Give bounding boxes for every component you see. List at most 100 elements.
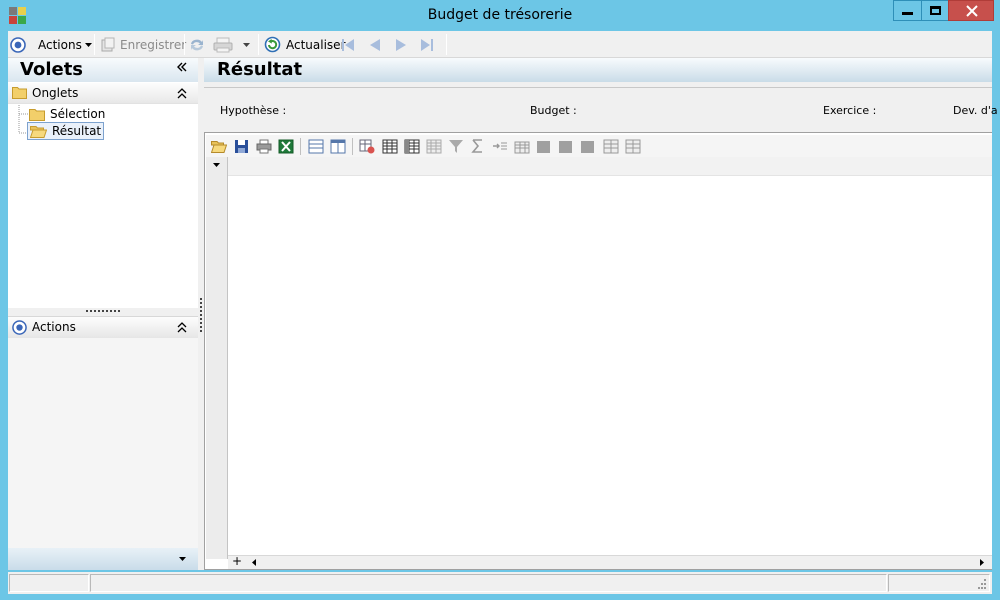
split-columns-icon[interactable] — [625, 139, 641, 154]
sum-icon[interactable] — [470, 139, 486, 154]
actions-menu-button[interactable]: Actions — [38, 34, 93, 55]
block-disabled-icon[interactable] — [537, 141, 550, 153]
target-icon — [12, 320, 27, 335]
block-disabled-icon[interactable] — [581, 141, 594, 153]
grid-disabled-icon[interactable] — [426, 139, 442, 154]
tree-item-selection[interactable]: Sélection — [29, 105, 105, 123]
close-icon — [966, 5, 978, 17]
first-record-button[interactable] — [341, 34, 359, 55]
actions-menu-label: Actions — [38, 37, 82, 52]
tabs-section-header[interactable]: Onglets — [8, 83, 198, 104]
tree-item-label: Sélection — [50, 107, 106, 121]
hypothesis-label: Hypothèse : — [220, 104, 287, 117]
chevron-down-icon — [179, 557, 186, 561]
collapse-panes-button[interactable] — [176, 61, 188, 77]
status-bar — [8, 572, 992, 594]
actions-section-body — [8, 338, 198, 548]
double-chevron-up-icon — [177, 322, 187, 333]
maximize-icon — [930, 6, 941, 15]
sync-button[interactable] — [189, 34, 207, 55]
open-folder-icon[interactable] — [211, 139, 227, 154]
status-pane — [9, 574, 89, 592]
page-title: Résultat — [217, 59, 303, 80]
panes-overflow-bar[interactable] — [8, 548, 198, 570]
grip-dots — [86, 310, 120, 312]
actions-section-label: Actions — [32, 320, 76, 334]
grid-icon[interactable] — [382, 139, 398, 154]
block-disabled-icon[interactable] — [559, 141, 572, 153]
pivot-grid: + — [204, 132, 992, 570]
save-icon[interactable] — [234, 139, 250, 154]
last-record-button[interactable] — [420, 34, 438, 55]
divider — [204, 87, 992, 88]
result-panel: Résultat Hypothèse : Budget : Exercice :… — [204, 58, 998, 570]
add-row-button[interactable]: + — [232, 554, 242, 568]
title-bar: Budget de trésorerie — [0, 0, 1000, 31]
status-pane — [888, 574, 990, 592]
chevron-down-icon[interactable] — [212, 162, 221, 168]
horizontal-scrollbar[interactable]: + — [228, 554, 992, 569]
currency-label: Dev. d'a — [953, 104, 998, 117]
rows-layout-icon[interactable] — [308, 139, 324, 154]
columns-layout-icon[interactable] — [330, 139, 346, 154]
filter-icon[interactable] — [448, 139, 464, 154]
excel-icon[interactable] — [278, 139, 294, 154]
double-chevron-up-icon — [177, 88, 187, 99]
scroll-left-icon[interactable] — [250, 558, 258, 567]
save-button[interactable]: Enregistrer — [100, 34, 186, 55]
previous-icon — [370, 38, 380, 51]
split-columns-icon[interactable] — [603, 139, 619, 154]
indent-icon[interactable] — [492, 139, 508, 154]
scroll-right-icon[interactable] — [978, 558, 986, 567]
first-icon — [342, 38, 354, 51]
next-record-button[interactable] — [394, 34, 412, 55]
double-chevron-left-icon — [177, 62, 187, 72]
close-button[interactable] — [948, 0, 994, 21]
panes-sidebar: Volets Onglets Sélection Résultat Action… — [8, 58, 198, 570]
printer-icon — [213, 37, 233, 52]
refresh-label: Actualiser — [286, 37, 346, 52]
grip-dots — [200, 298, 202, 332]
application-window: Budget de trésorerie Actions Enregistrer… — [0, 0, 1000, 600]
section-splitter[interactable] — [8, 308, 198, 316]
status-pane — [90, 574, 887, 592]
panes-title: Volets — [20, 59, 84, 80]
fiscal-year-label: Exercice : — [823, 104, 877, 117]
next-icon — [396, 38, 406, 51]
tree-item-result[interactable]: Résultat — [27, 122, 105, 140]
resize-grip-icon[interactable] — [976, 579, 987, 590]
actions-section-header[interactable]: Actions — [8, 316, 198, 338]
print-menu-button[interactable] — [213, 34, 251, 55]
tabs-section-label: Onglets — [32, 86, 79, 100]
add-field-icon[interactable] — [359, 139, 375, 154]
grid-row-header — [206, 157, 228, 559]
actions-menu-icon-button[interactable] — [10, 34, 30, 55]
folder-icon — [29, 108, 45, 121]
minimize-button[interactable] — [893, 0, 921, 21]
save-doc-icon — [101, 37, 115, 51]
refresh-button[interactable]: Actualiser — [264, 34, 346, 55]
folder-icon — [12, 87, 27, 99]
grid-icon[interactable] — [404, 139, 420, 154]
grid-column-header — [228, 157, 992, 176]
folder-open-icon — [30, 125, 47, 138]
main-toolbar: Actions Enregistrer Actualiser — [8, 31, 992, 58]
refresh-icon — [264, 36, 281, 53]
printer-icon[interactable] — [256, 139, 272, 154]
chevron-down-icon — [243, 42, 250, 47]
panes-header: Volets — [8, 58, 198, 82]
previous-record-button[interactable] — [368, 34, 386, 55]
result-header: Résultat — [204, 58, 992, 82]
budget-label: Budget : — [530, 104, 577, 117]
column-tools-icon[interactable] — [514, 139, 530, 154]
minimize-icon — [902, 12, 913, 15]
sync-icon — [191, 39, 203, 50]
target-icon — [10, 36, 26, 53]
maximize-button[interactable] — [921, 0, 948, 21]
window-title: Budget de trésorerie — [427, 7, 573, 23]
tree-item-label: Résultat — [52, 124, 102, 138]
last-icon — [421, 38, 433, 51]
grid-toolbar — [206, 135, 992, 157]
save-label: Enregistrer — [120, 37, 187, 52]
chevron-down-icon — [84, 42, 92, 47]
